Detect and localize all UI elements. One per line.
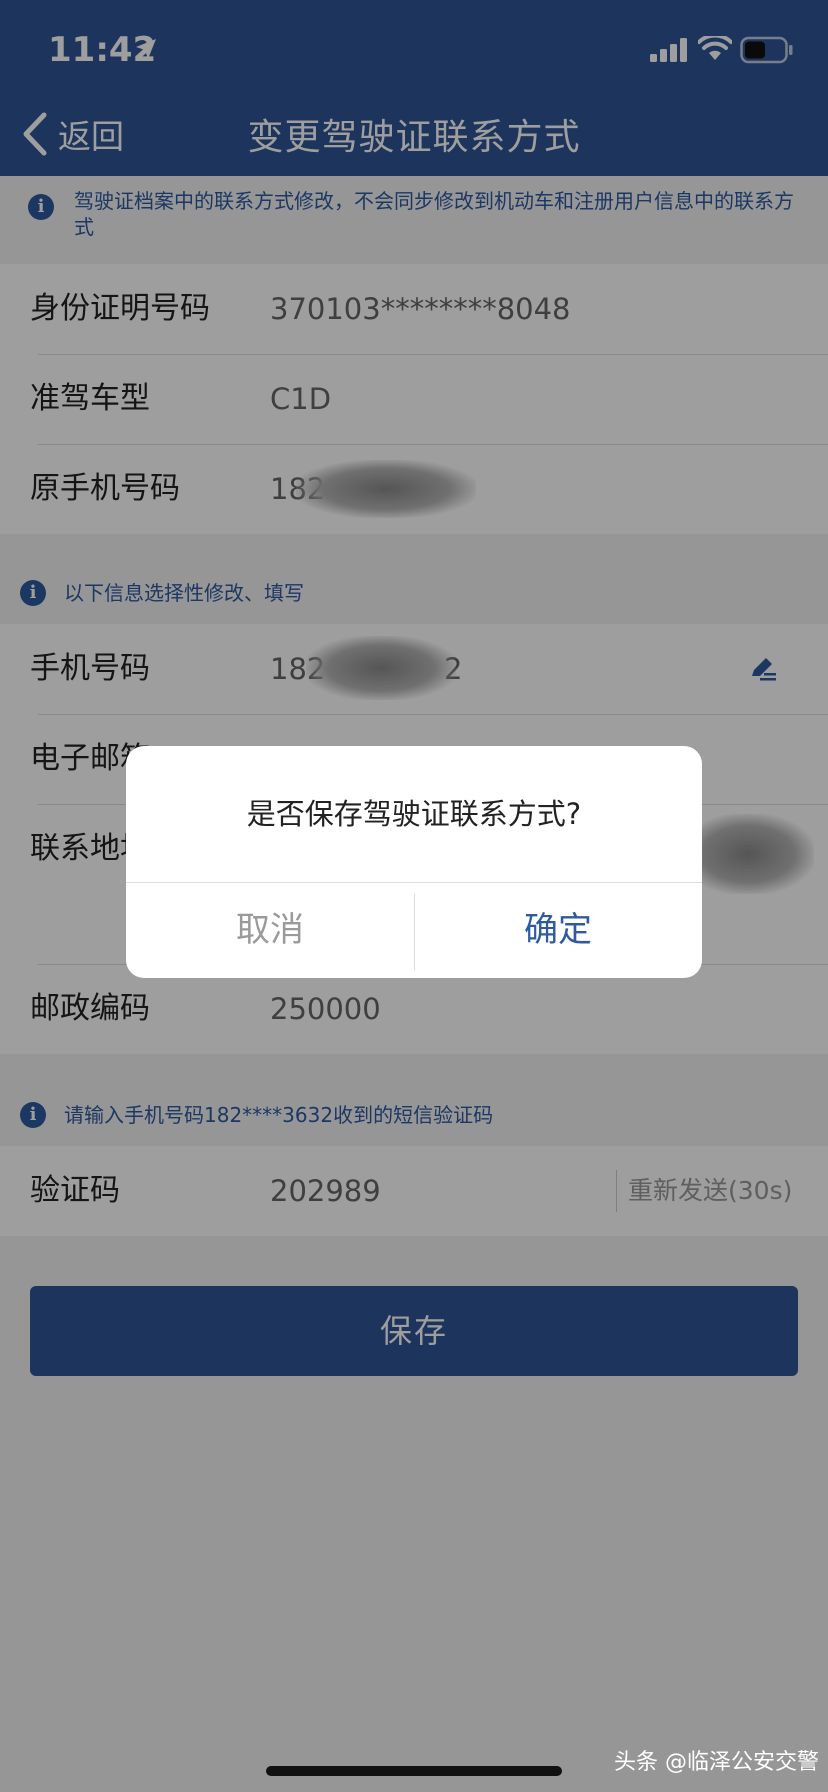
dialog-confirm-button[interactable]: 确定 xyxy=(414,883,702,978)
watermark: 头条 @临泽公安交警 xyxy=(614,1750,819,1775)
dialog-cancel-button[interactable]: 取消 xyxy=(126,883,414,978)
dialog-message: 是否保存驾驶证联系方式? xyxy=(246,797,582,831)
confirm-dialog: 是否保存驾驶证联系方式? 取消 确定 xyxy=(126,746,702,978)
home-indicator[interactable] xyxy=(266,1766,562,1776)
